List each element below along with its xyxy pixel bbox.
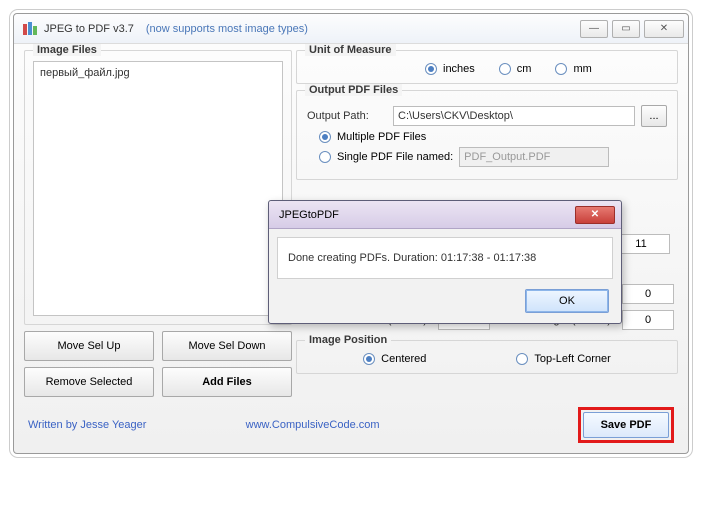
image-position-title: Image Position [305, 334, 391, 346]
radio-label: Centered [381, 353, 426, 365]
radio-label: inches [443, 63, 475, 75]
radio-dot-icon [363, 353, 375, 365]
close-button[interactable]: ✕ [644, 20, 684, 38]
radio-dot-icon [425, 63, 437, 75]
dialog-title: JPEGtoPDF [279, 209, 339, 221]
image-position-group: Image Position Centered Top-Left Corner [296, 340, 678, 374]
unit-inches-radio[interactable]: inches [425, 63, 475, 75]
radio-dot-icon [319, 131, 331, 143]
single-pdf-name-field: PDF_Output.PDF [459, 147, 609, 167]
unit-title: Unit of Measure [305, 44, 396, 56]
image-files-title: Image Files [33, 44, 101, 56]
minimize-button[interactable]: — [580, 20, 608, 38]
save-pdf-button[interactable]: Save PDF [583, 412, 669, 438]
multiple-pdf-radio[interactable]: Multiple PDF Files [319, 131, 426, 143]
move-sel-up-button[interactable]: Move Sel Up [24, 331, 154, 361]
site-link[interactable]: www.CompulsiveCode.com [246, 419, 380, 431]
margin-bottom-field[interactable]: 0 [622, 284, 674, 304]
dialog-close-button[interactable]: ✕ [575, 206, 615, 224]
radio-label: Single PDF File named: [337, 151, 453, 163]
image-files-list[interactable]: первый_файл.jpg [33, 61, 283, 316]
move-sel-down-button[interactable]: Move Sel Down [162, 331, 292, 361]
radio-dot-icon [555, 63, 567, 75]
output-title: Output PDF Files [305, 84, 402, 96]
radio-dot-icon [499, 63, 511, 75]
author-link[interactable]: Written by Jesse Yeager [28, 419, 146, 431]
radio-dot-icon [516, 353, 528, 365]
maximize-button[interactable]: ▭ [612, 20, 640, 38]
output-path-label: Output Path: [307, 110, 387, 122]
radio-label: Multiple PDF Files [337, 131, 426, 143]
radio-label: Top-Left Corner [534, 353, 610, 365]
add-files-button[interactable]: Add Files [162, 367, 292, 397]
single-pdf-radio[interactable]: Single PDF File named: [319, 151, 453, 163]
margin-right-field[interactable]: 0 [622, 310, 674, 330]
radio-dot-icon [319, 151, 331, 163]
output-path-field[interactable]: C:\Users\CKV\Desktop\ [393, 106, 635, 126]
unit-mm-radio[interactable]: mm [555, 63, 591, 75]
image-files-group: Image Files первый_файл.jpg [24, 50, 292, 325]
unit-group: Unit of Measure inches cm mm [296, 50, 678, 84]
browse-button[interactable]: ... [641, 105, 667, 127]
unit-cm-radio[interactable]: cm [499, 63, 532, 75]
done-dialog: JPEGtoPDF ✕ Done creating PDFs. Duration… [268, 200, 622, 324]
window-title: JPEG to PDF v3.7 [44, 23, 134, 35]
radio-label: mm [573, 63, 591, 75]
topleft-radio[interactable]: Top-Left Corner [516, 353, 610, 365]
centered-radio[interactable]: Centered [363, 353, 426, 365]
dialog-message: Done creating PDFs. Duration: 01:17:38 -… [277, 237, 613, 279]
dialog-titlebar: JPEGtoPDF ✕ [269, 201, 621, 229]
remove-selected-button[interactable]: Remove Selected [24, 367, 154, 397]
titlebar: JPEG to PDF v3.7 (now supports most imag… [14, 14, 688, 44]
window-subtitle: (now supports most image types) [146, 23, 308, 35]
save-highlight: Save PDF [578, 407, 674, 443]
radio-label: cm [517, 63, 532, 75]
output-group: Output PDF Files Output Path: C:\Users\C… [296, 90, 678, 180]
app-icon [22, 21, 38, 37]
dialog-ok-button[interactable]: OK [525, 289, 609, 313]
list-item[interactable]: первый_файл.jpg [40, 66, 276, 80]
